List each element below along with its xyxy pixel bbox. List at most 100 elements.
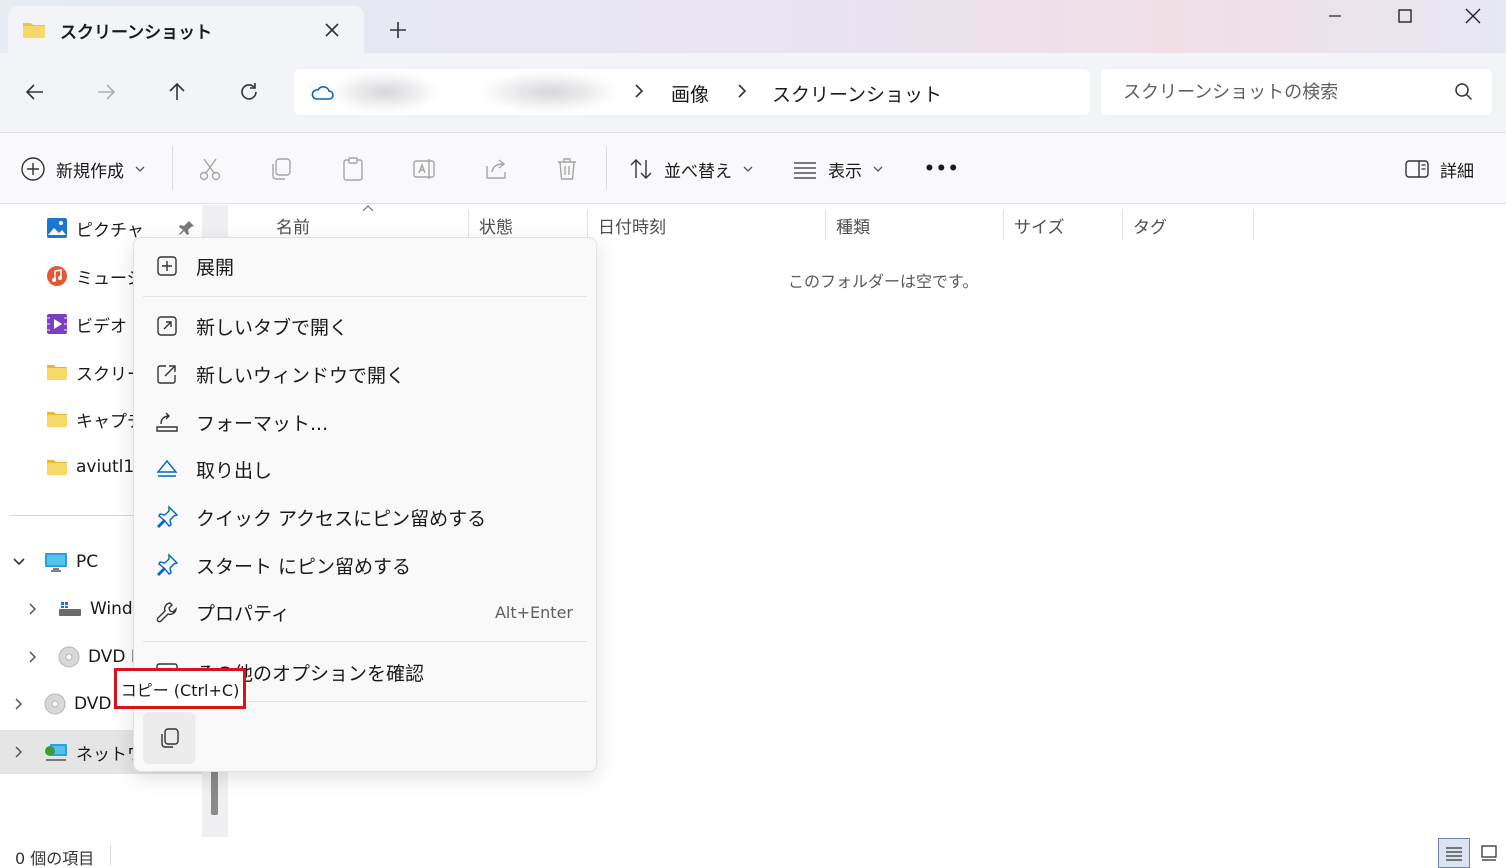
sidebar-item-label: ビデオ bbox=[76, 316, 127, 337]
column-header-size[interactable]: サイズ bbox=[1004, 210, 1123, 240]
column-header-status[interactable]: 状態 bbox=[469, 210, 588, 240]
details-pane-icon bbox=[1405, 160, 1429, 178]
empty-folder-message: このフォルダーは空です。 bbox=[788, 272, 979, 291]
tiles-view-button[interactable] bbox=[1476, 838, 1502, 868]
menu-item-properties[interactable]: プロパティ Alt+Enter bbox=[143, 590, 587, 634]
pin-icon[interactable] bbox=[178, 219, 196, 237]
copy-tooltip: コピー (Ctrl+C) bbox=[114, 668, 246, 709]
pc-icon bbox=[44, 551, 68, 573]
menu-item-format[interactable]: フォーマット... bbox=[143, 400, 587, 444]
more-button[interactable]: ••• bbox=[924, 150, 960, 188]
chevron-down-icon bbox=[743, 166, 753, 172]
delete-icon[interactable] bbox=[548, 150, 586, 188]
blurred-crumb bbox=[480, 72, 620, 112]
new-button-label: 新規作成 bbox=[56, 161, 124, 182]
network-icon bbox=[44, 741, 68, 763]
pin-icon bbox=[155, 505, 179, 529]
maximize-button[interactable] bbox=[1370, 0, 1440, 32]
format-icon bbox=[155, 410, 179, 434]
blurred-crumb bbox=[330, 72, 440, 112]
search-input[interactable] bbox=[1101, 69, 1492, 115]
menu-item-label: 新しいウィンドウで開く bbox=[196, 364, 406, 387]
music-icon bbox=[46, 265, 68, 287]
sort-button-label: 並べ替え bbox=[664, 161, 732, 182]
sort-button[interactable]: 並べ替え bbox=[628, 150, 754, 188]
drive-icon bbox=[58, 598, 82, 620]
video-icon bbox=[46, 313, 68, 335]
sidebar-item-label: PC bbox=[76, 552, 99, 572]
toolbar-separator bbox=[606, 146, 607, 190]
details-pane-button[interactable]: 詳細 bbox=[1404, 150, 1474, 188]
copy-button[interactable] bbox=[143, 712, 195, 764]
details-view-button[interactable] bbox=[1438, 838, 1470, 868]
wrench-icon bbox=[155, 600, 179, 624]
view-button-label: 表示 bbox=[828, 161, 862, 182]
menu-item-expand[interactable]: 展開 bbox=[143, 244, 587, 288]
chevron-right-icon[interactable] bbox=[26, 602, 40, 616]
forward-button[interactable] bbox=[86, 72, 126, 112]
copy-icon[interactable] bbox=[262, 150, 300, 188]
toolbar-separator bbox=[172, 146, 173, 190]
up-button[interactable] bbox=[157, 72, 197, 112]
chevron-down-icon[interactable] bbox=[12, 555, 26, 569]
menu-item-pin-quick-access[interactable]: クイック アクセスにピン留めする bbox=[143, 495, 587, 539]
folder-icon bbox=[22, 20, 46, 40]
refresh-button[interactable] bbox=[229, 72, 269, 112]
close-tab-icon[interactable] bbox=[320, 18, 344, 42]
new-tab-icon bbox=[155, 314, 179, 338]
cut-icon[interactable] bbox=[191, 150, 229, 188]
menu-separator bbox=[143, 641, 587, 642]
column-header-date[interactable]: 日付時刻 bbox=[588, 210, 826, 240]
chevron-right-icon[interactable] bbox=[12, 745, 26, 759]
view-lines-icon bbox=[794, 162, 816, 179]
paste-icon[interactable] bbox=[334, 150, 372, 188]
menu-item-open-new-tab[interactable]: 新しいタブで開く bbox=[143, 304, 587, 348]
close-window-button[interactable] bbox=[1438, 0, 1506, 32]
menu-item-open-new-window[interactable]: 新しいウィンドウで開く bbox=[143, 352, 587, 396]
scrollbar-thumb[interactable] bbox=[211, 765, 218, 815]
eject-icon bbox=[155, 457, 179, 481]
chevron-right-icon[interactable] bbox=[735, 82, 749, 100]
search-icon[interactable] bbox=[1454, 82, 1474, 102]
pin-icon bbox=[155, 553, 179, 577]
minimize-button[interactable] bbox=[1300, 0, 1370, 32]
menu-item-label: プロパティ bbox=[196, 602, 290, 625]
back-button[interactable] bbox=[15, 72, 55, 112]
sidebar-item-label: ピクチャ bbox=[76, 220, 144, 241]
new-window-icon bbox=[155, 362, 179, 386]
sidebar-divider bbox=[10, 515, 140, 516]
rename-icon[interactable] bbox=[405, 150, 443, 188]
tiles-view-icon bbox=[1481, 845, 1497, 861]
details-pane-label: 詳細 bbox=[1440, 161, 1474, 182]
chevron-down-icon bbox=[873, 166, 883, 172]
folder-icon bbox=[46, 409, 68, 429]
breadcrumb-screenshots[interactable]: スクリーンショット bbox=[772, 80, 942, 107]
chevron-right-icon[interactable] bbox=[12, 697, 26, 711]
view-button[interactable]: 表示 bbox=[792, 150, 884, 188]
dvd-icon bbox=[44, 693, 66, 715]
menu-item-label: 展開 bbox=[196, 256, 235, 279]
folder-icon bbox=[46, 457, 68, 477]
status-item-count: 0 個の項目 bbox=[15, 849, 95, 868]
chevron-down-icon bbox=[135, 166, 145, 172]
menu-item-label: スタート にピン留めする bbox=[196, 555, 412, 578]
dvd-icon bbox=[58, 646, 80, 668]
sort-icon bbox=[630, 159, 652, 179]
menu-item-label: クイック アクセスにピン留めする bbox=[196, 507, 487, 530]
copy-icon bbox=[161, 728, 179, 748]
chevron-right-icon[interactable] bbox=[26, 650, 40, 664]
expand-icon bbox=[155, 254, 179, 278]
share-icon[interactable] bbox=[477, 150, 515, 188]
column-header-type[interactable]: 種類 bbox=[826, 210, 1004, 240]
new-tab-icon[interactable] bbox=[386, 18, 410, 42]
chevron-right-icon[interactable] bbox=[632, 82, 646, 100]
menu-item-pin-start[interactable]: スタート にピン留めする bbox=[143, 543, 587, 587]
column-header-tags[interactable]: タグ bbox=[1123, 210, 1254, 240]
breadcrumb-pictures[interactable]: 画像 bbox=[671, 80, 709, 107]
pictures-icon bbox=[46, 217, 68, 239]
menu-separator bbox=[143, 296, 587, 297]
menu-item-label: 新しいタブで開く bbox=[196, 316, 349, 339]
new-button[interactable]: 新規作成 bbox=[20, 150, 146, 188]
column-header-name[interactable]: 名前 bbox=[266, 210, 469, 240]
menu-item-eject[interactable]: 取り出し bbox=[143, 447, 587, 491]
